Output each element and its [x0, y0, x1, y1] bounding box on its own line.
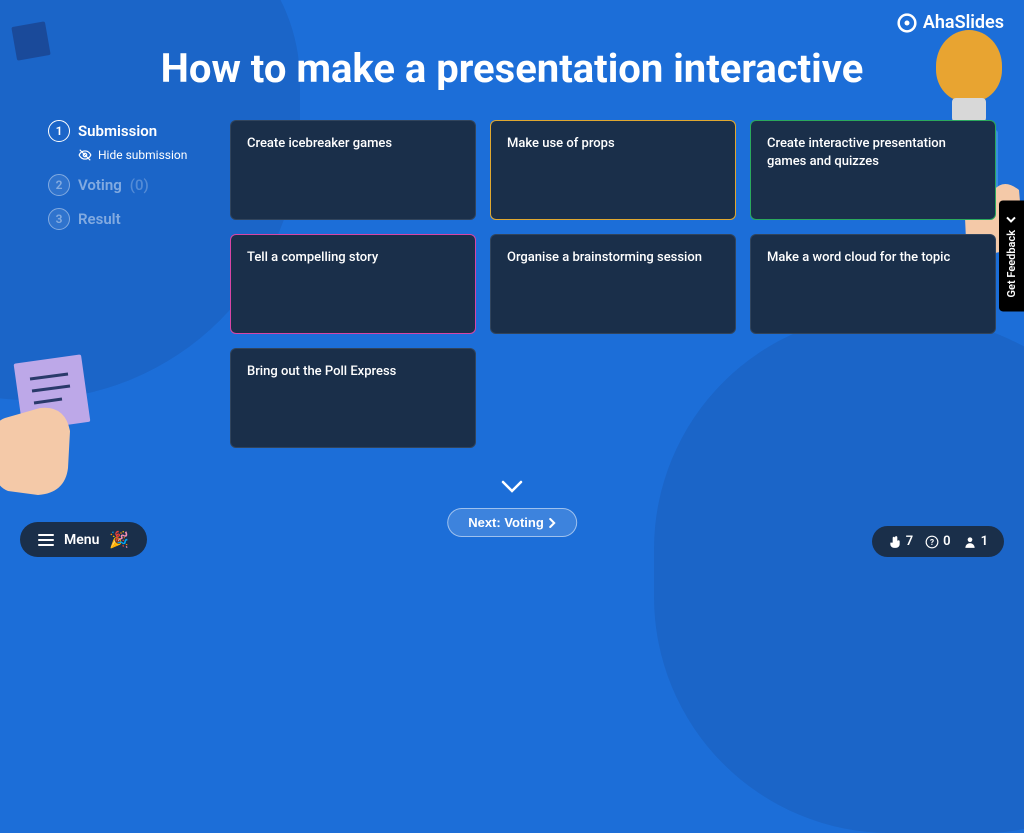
chevron-right-icon [548, 518, 556, 528]
hamburger-icon [38, 534, 54, 546]
step-label: Submission [78, 122, 157, 140]
next-label: Next: Voting [468, 515, 544, 530]
step-label: Result [78, 210, 121, 228]
logo-icon [897, 13, 917, 33]
chevron-down-icon [501, 480, 523, 494]
step-label: Voting [78, 176, 122, 194]
feedback-label: Get Feedback [1005, 230, 1018, 297]
submission-card[interactable]: Bring out the Poll Express [230, 348, 476, 448]
hide-submission-toggle[interactable]: Hide submission [78, 148, 187, 162]
page-title: How to make a presentation interactive [0, 45, 1024, 92]
submission-cards-grid: Create icebreaker games Make use of prop… [230, 120, 996, 448]
next-button[interactable]: Next: Voting [447, 508, 577, 537]
svg-text:?: ? [930, 536, 934, 546]
step-voting[interactable]: 2 Voting (0) [48, 174, 187, 196]
hand-icon [888, 535, 902, 549]
help-count: 0 [943, 534, 950, 549]
help-stat[interactable]: ? 0 [925, 534, 950, 549]
step-count: (0) [130, 176, 149, 194]
confetti-icon: 🎉 [109, 530, 129, 549]
hand-stat[interactable]: 7 [888, 534, 913, 549]
submission-card[interactable]: Make use of props [490, 120, 736, 220]
menu-button[interactable]: Menu 🎉 [20, 522, 147, 557]
step-result[interactable]: 3 Result [48, 208, 187, 230]
submission-card[interactable]: Tell a compelling story [230, 234, 476, 334]
hand-sticky-illustration [0, 353, 130, 513]
users-count: 1 [981, 534, 988, 549]
users-icon [963, 535, 977, 549]
users-stat[interactable]: 1 [963, 534, 988, 549]
menu-label: Menu [64, 532, 99, 548]
submission-card[interactable]: Create interactive presentation games an… [750, 120, 996, 220]
help-icon: ? [925, 535, 939, 549]
submission-card[interactable]: Organise a brainstorming session [490, 234, 736, 334]
step-number: 3 [48, 208, 70, 230]
step-submission[interactable]: 1 Submission [48, 120, 187, 142]
step-number: 2 [48, 174, 70, 196]
submission-card[interactable]: Make a word cloud for the topic [750, 234, 996, 334]
hand-count: 7 [906, 534, 913, 549]
eye-slash-icon [78, 148, 92, 162]
step-number: 1 [48, 120, 70, 142]
steps-sidebar: 1 Submission Hide submission 2 Voting (0… [48, 120, 187, 230]
brand-text: AhaSlides [923, 12, 1004, 33]
brand-logo: AhaSlides [897, 12, 1004, 33]
chevron-up-icon [1007, 214, 1017, 224]
participation-stats: 7 ? 0 1 [872, 526, 1004, 557]
submission-card[interactable]: Create icebreaker games [230, 120, 476, 220]
feedback-tab[interactable]: Get Feedback [999, 200, 1024, 311]
expand-chevron[interactable] [501, 479, 523, 498]
hide-label: Hide submission [98, 148, 187, 162]
